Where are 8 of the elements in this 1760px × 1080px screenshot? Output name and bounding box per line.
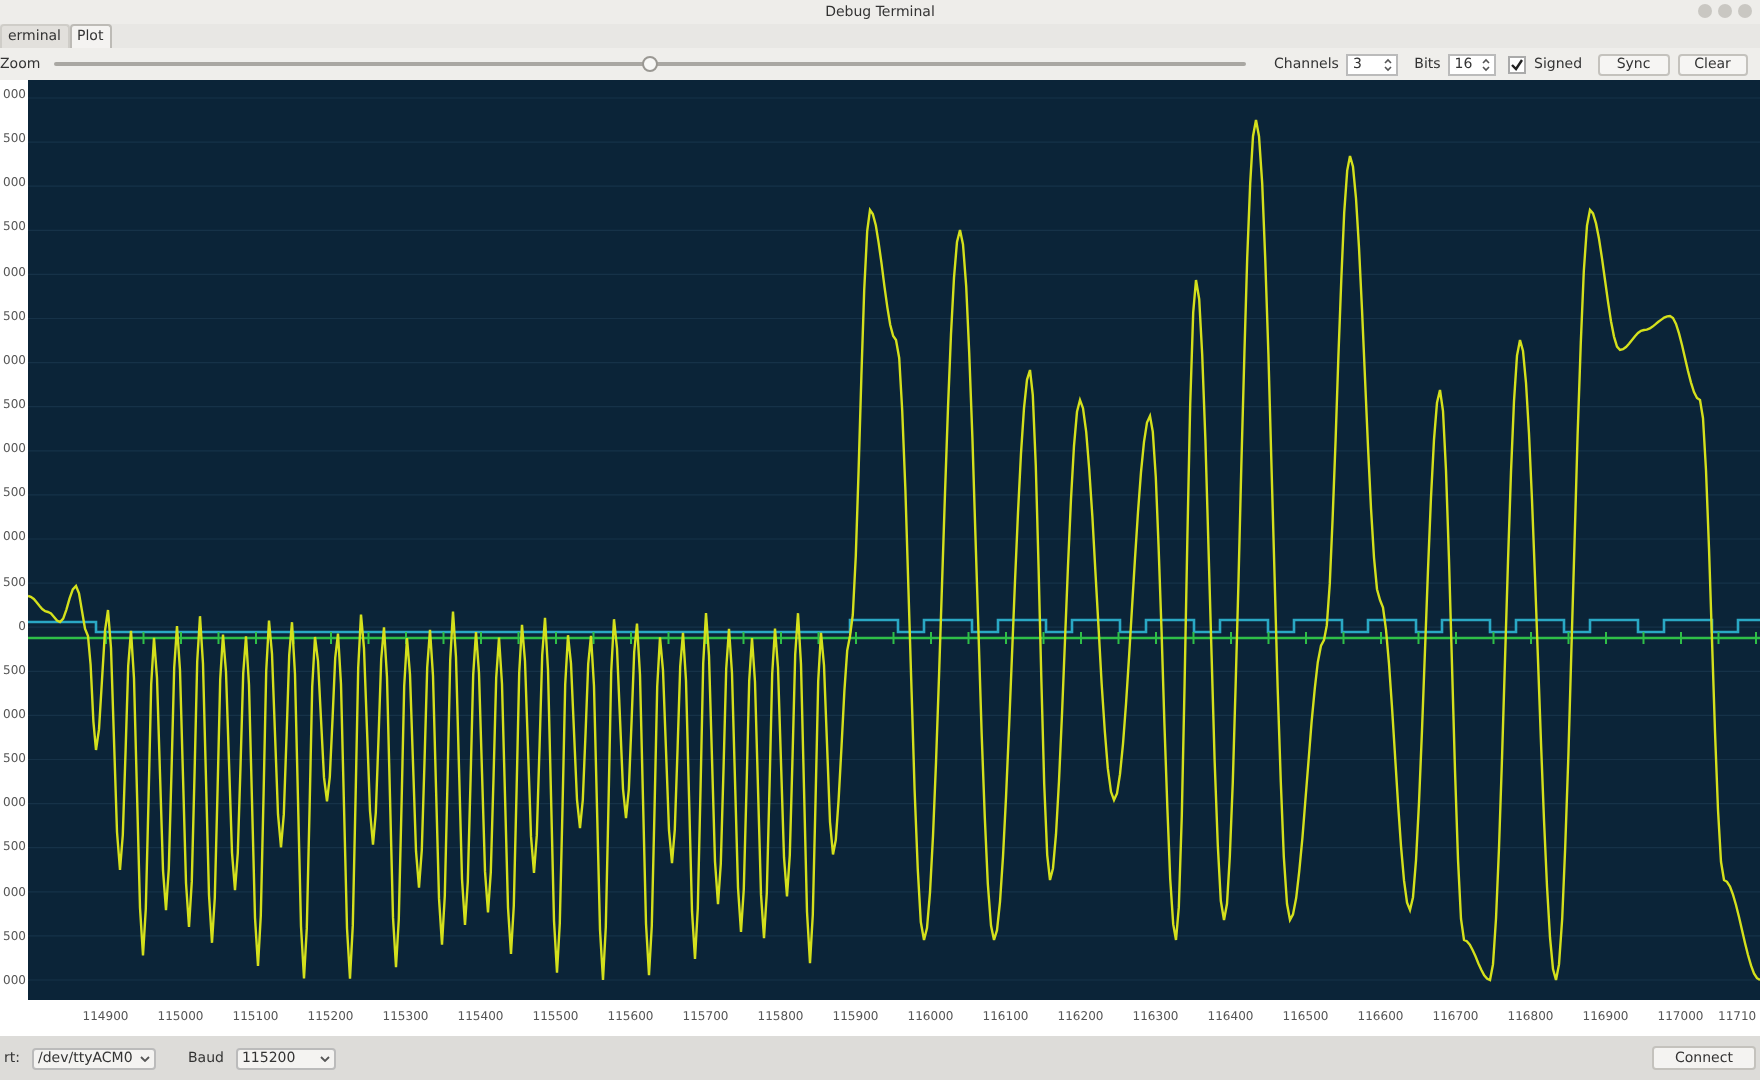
checkmark-icon bbox=[1510, 57, 1525, 71]
caret-icon bbox=[319, 1055, 330, 1061]
slider-thumb[interactable] bbox=[642, 56, 659, 72]
spinner-arrows-icon bbox=[1482, 57, 1491, 71]
zoom-slider[interactable] bbox=[54, 56, 1247, 72]
caret-icon bbox=[139, 1055, 150, 1061]
spinner-arrows-icon bbox=[1384, 57, 1393, 71]
signed-checkbox[interactable] bbox=[1508, 55, 1527, 73]
